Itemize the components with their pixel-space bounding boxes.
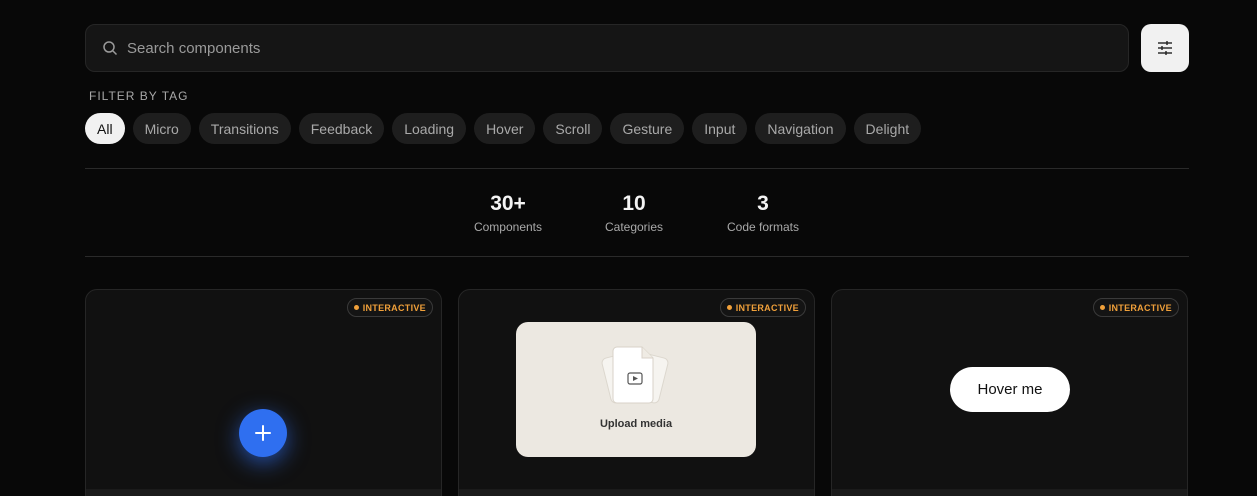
badge-label: INTERACTIVE (735, 302, 799, 313)
sliders-icon (1158, 41, 1172, 55)
stat-value: 3 (757, 192, 769, 215)
tag-micro[interactable]: Micro (132, 113, 191, 144)
badge-dot (726, 305, 732, 310)
stat-label: Components (473, 220, 543, 234)
add-fab-button[interactable] (239, 409, 287, 457)
tag-scroll[interactable]: Scroll (543, 113, 603, 144)
filter-label: FILTER BY TAG (89, 89, 189, 103)
stat-components: 30+ Components (448, 192, 568, 234)
stat-categories: 10 Categories (574, 192, 694, 234)
stat-code-formats: 3 Code formats (703, 192, 823, 234)
badge-dot (1099, 305, 1105, 310)
badge-label: INTERACTIVE (1108, 302, 1172, 313)
card-footer (86, 489, 441, 496)
upload-media-dropzone[interactable]: Upload media (516, 322, 756, 457)
tag-feedback[interactable]: Feedback (298, 113, 385, 144)
tag-transitions[interactable]: Transitions (198, 113, 291, 144)
interactive-badge: INTERACTIVE (346, 298, 433, 317)
tag-loading[interactable]: Loading (392, 113, 467, 144)
badge-dot (353, 305, 359, 310)
stat-label: Categories (604, 220, 664, 234)
stat-value: 10 (622, 192, 646, 215)
badge-label: INTERACTIVE (362, 302, 426, 313)
search-input[interactable] (118, 25, 1128, 71)
component-card-hover[interactable]: INTERACTIVE Hover me (831, 289, 1188, 496)
tag-hover[interactable]: Hover (474, 113, 536, 144)
upload-label: Upload media (599, 418, 673, 430)
component-gallery: FILTER BY TAG All Micro Transitions Feed… (0, 0, 1257, 496)
component-card-upload[interactable]: INTERACTIVE Upload media (458, 289, 815, 496)
top-divider (85, 168, 1189, 169)
tag-delight[interactable]: Delight (853, 113, 922, 144)
plus-icon (255, 425, 271, 441)
stat-label: Code formats (726, 220, 800, 234)
bottom-divider (85, 256, 1189, 257)
component-card-fab[interactable]: INTERACTIVE (85, 289, 442, 496)
search-icon (103, 41, 118, 56)
card-footer (832, 489, 1187, 496)
tag-input[interactable]: Input (692, 113, 748, 144)
stat-value: 30+ (490, 192, 526, 215)
hover-me-button[interactable]: Hover me (950, 367, 1070, 412)
tag-navigation[interactable]: Navigation (755, 113, 846, 144)
filter-settings-button[interactable] (1141, 24, 1189, 72)
video-file-icon (601, 346, 669, 404)
tag-all[interactable]: All (85, 113, 125, 144)
tag-filter-list: All Micro Transitions Feedback Loading H… (85, 113, 922, 144)
card-footer (459, 489, 814, 496)
search-bar[interactable] (85, 24, 1129, 72)
interactive-badge: INTERACTIVE (719, 298, 806, 317)
tag-gesture[interactable]: Gesture (610, 113, 685, 144)
interactive-badge: INTERACTIVE (1092, 298, 1179, 317)
